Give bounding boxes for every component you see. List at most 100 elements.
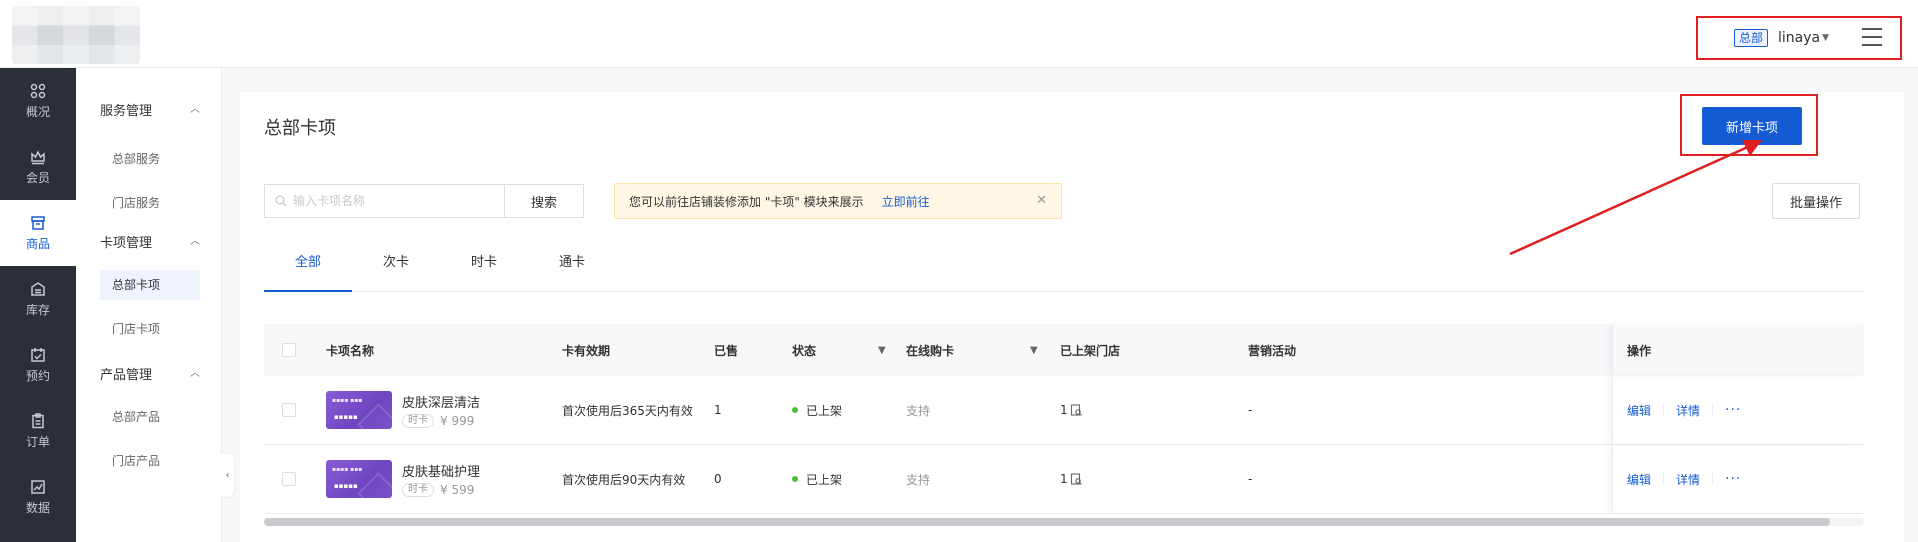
notice-text: 您可以前往店铺装修添加 "卡项" 模块来展示 xyxy=(629,194,864,209)
tab-count-card[interactable]: 次卡 xyxy=(352,242,440,292)
detail-link[interactable]: 详情 xyxy=(1676,402,1700,419)
store-icon xyxy=(31,215,45,230)
nav-item-booking[interactable]: 预约 xyxy=(0,332,76,398)
col-header-name: 卡项名称 xyxy=(326,343,375,358)
sub-item-store-service[interactable]: 门店服务 xyxy=(100,188,200,218)
more-actions-icon[interactable]: ··· xyxy=(1725,471,1741,487)
notice-link[interactable]: 立即前往 xyxy=(882,193,930,210)
table-row: ▪▪▪▪ ▪▪▪ ▪▪▪▪▪ 皮肤深层清洁 时卡 ¥ 999 首次使用后365天内… xyxy=(264,376,1864,445)
notice-banner: 您可以前往店铺装修添加 "卡项" 模块来展示 立即前往 ✕ xyxy=(614,183,1062,219)
chevron-up-icon[interactable]: ︿ xyxy=(190,232,200,247)
store-list-icon[interactable] xyxy=(1070,404,1082,416)
clipboard-icon xyxy=(32,412,44,428)
nav-label: 会员 xyxy=(25,170,50,185)
row-checkbox[interactable] xyxy=(282,403,296,417)
card-thumbnail: ▪▪▪▪ ▪▪▪ ▪▪▪▪▪ xyxy=(326,460,392,498)
card-price: ¥ 599 xyxy=(440,483,475,497)
card-type-tag: 时卡 xyxy=(402,483,434,497)
close-icon[interactable]: ✕ xyxy=(1036,193,1047,208)
sub-item-hq-card[interactable]: 总部卡项 xyxy=(100,270,200,300)
nav-item-goods[interactable]: 商品 xyxy=(0,200,76,266)
filter-icon[interactable]: ▼ xyxy=(878,345,886,356)
inventory-icon xyxy=(31,281,45,296)
col-header-validity: 卡有效期 xyxy=(562,343,611,358)
card-name[interactable]: 皮肤深层清洁 xyxy=(402,392,480,411)
card-validity: 首次使用后90天内有效 xyxy=(562,472,686,487)
card-type-tag: 时卡 xyxy=(402,414,434,428)
store-list-icon[interactable] xyxy=(1070,473,1082,485)
chart-icon xyxy=(31,479,45,494)
nav-item-overview[interactable]: 概况 xyxy=(0,68,76,134)
edit-link[interactable]: 编辑 xyxy=(1627,471,1651,488)
nav-group-label: 服务管理 xyxy=(100,104,153,119)
col-header-stores: 已上架门店 xyxy=(1060,343,1121,358)
nav-item-members[interactable]: 会员 xyxy=(0,134,76,200)
store-count: 1 xyxy=(1060,403,1068,417)
search-input[interactable] xyxy=(293,194,493,208)
sub-item-hq-service[interactable]: 总部服务 xyxy=(100,144,200,174)
status-text: 已上架 xyxy=(806,472,843,487)
col-header-marketing: 营销活动 xyxy=(1248,343,1297,358)
nav-group-product[interactable]: 产品管理 ︿ xyxy=(100,364,200,383)
col-header-sold: 已售 xyxy=(714,343,739,358)
card-thumbnail: ▪▪▪▪ ▪▪▪ ▪▪▪▪▪ xyxy=(326,391,392,429)
search-bar: 搜索 xyxy=(264,184,584,218)
collapse-sidebar-handle[interactable]: ‹ xyxy=(221,452,235,498)
chevron-up-icon[interactable]: ︿ xyxy=(190,364,200,379)
search-icon xyxy=(275,195,287,207)
nav-group-service[interactable]: 服务管理 ︿ xyxy=(100,100,200,119)
chevron-left-icon: ‹ xyxy=(225,469,230,481)
add-card-button[interactable]: 新增卡项 xyxy=(1702,107,1802,145)
marketing-activity: - xyxy=(1248,472,1253,486)
nav-item-inventory[interactable]: 库存 xyxy=(0,266,76,332)
sub-item-store-product[interactable]: 门店产品 xyxy=(100,446,200,476)
more-actions-icon[interactable]: ··· xyxy=(1725,402,1741,418)
grid-icon xyxy=(30,83,46,98)
online-purchase: 支持 xyxy=(906,472,931,487)
chevron-up-icon[interactable]: ︿ xyxy=(190,100,200,115)
main-content: 总部卡项 新增卡项 搜索 您可以前往店铺装修添加 "卡项" 模块来展示 立即前往… xyxy=(240,92,1904,542)
nav-group-label: 产品管理 xyxy=(100,368,153,383)
detail-link[interactable]: 详情 xyxy=(1676,471,1700,488)
nav-item-data[interactable]: 数据 xyxy=(0,464,76,530)
select-all-checkbox[interactable] xyxy=(282,343,296,357)
ops-cell: 编辑 详情 ··· xyxy=(1612,376,1864,444)
col-header-ops: 操作 xyxy=(1627,343,1652,358)
col-header-online: 在线购卡 xyxy=(906,343,955,358)
nav-item-orders[interactable]: 订单 xyxy=(0,398,76,464)
filter-icon[interactable]: ▼ xyxy=(1030,345,1038,356)
scrollbar-thumb[interactable] xyxy=(264,518,1830,526)
search-button[interactable]: 搜索 xyxy=(504,184,584,218)
edit-link[interactable]: 编辑 xyxy=(1627,402,1651,419)
table-row: ▪▪▪▪ ▪▪▪ ▪▪▪▪▪ 皮肤基础护理 时卡 ¥ 599 首次使用后90天内有… xyxy=(264,445,1864,514)
tab-universal-card[interactable]: 通卡 xyxy=(528,242,616,292)
sub-item-hq-product[interactable]: 总部产品 xyxy=(100,402,200,432)
brand-logo xyxy=(12,6,140,64)
online-purchase: 支持 xyxy=(906,403,931,418)
card-name[interactable]: 皮肤基础护理 xyxy=(402,461,480,480)
secondary-sidebar: 服务管理 ︿ 总部服务 门店服务 卡项管理 ︿ 总部卡项 门店卡项 产品管理 ︿… xyxy=(76,68,222,542)
caret-down-icon[interactable]: ▼ xyxy=(1822,33,1829,43)
marketing-activity: - xyxy=(1248,403,1253,417)
horizontal-scrollbar[interactable] xyxy=(264,518,1864,526)
tab-all[interactable]: 全部 xyxy=(264,242,352,292)
row-checkbox[interactable] xyxy=(282,472,296,486)
user-area-highlight: 总部 linaya ▼ xyxy=(1696,16,1902,60)
batch-operation-button[interactable]: 批量操作 xyxy=(1772,183,1860,219)
status-dot xyxy=(792,407,798,413)
hq-badge: 总部 xyxy=(1734,29,1769,47)
card-validity: 首次使用后365天内有效 xyxy=(562,403,693,418)
user-name-dropdown[interactable]: linaya xyxy=(1778,30,1820,46)
top-bar: 总部 linaya ▼ xyxy=(0,0,1918,68)
nav-group-label: 卡项管理 xyxy=(100,236,153,251)
search-field[interactable] xyxy=(264,184,504,218)
tab-time-card[interactable]: 时卡 xyxy=(440,242,528,292)
nav-label: 库存 xyxy=(25,302,50,317)
nav-group-card[interactable]: 卡项管理 ︿ xyxy=(100,232,200,251)
ops-column-header: 操作 xyxy=(1612,324,1864,376)
col-header-status: 状态 xyxy=(792,343,817,358)
nav-label: 数据 xyxy=(25,500,50,515)
table-header: 卡项名称 卡有效期 已售 状态 ▼ 在线购卡 ▼ 已上架门店 营销活动 操作 xyxy=(264,324,1864,376)
hamburger-menu-icon[interactable] xyxy=(1862,28,1882,46)
sub-item-store-card[interactable]: 门店卡项 xyxy=(100,314,200,344)
